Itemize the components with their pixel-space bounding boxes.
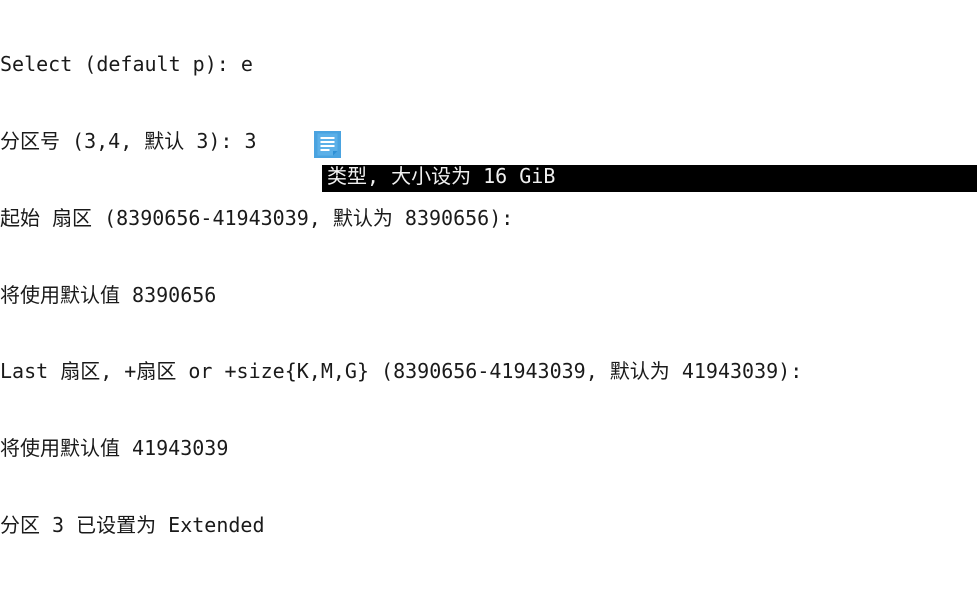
terminal-line-partition-set: 分区 3 已设置为 Extended	[0, 512, 277, 537]
terminal-line-first-sector: 起始 扇区 (8390656-41943039, 默认为 8390656):	[0, 205, 526, 230]
terminal-line-last-sector: Last 扇区, +扇区 or +size{K,M,G} (8390656-41…	[0, 359, 815, 384]
highlighted-text: 类型, 大小设为 16 GiB	[327, 164, 556, 188]
terminal-line-default-first: 将使用默认值 8390656	[0, 282, 217, 307]
terminal-line-default-last: 将使用默认值 41943039	[0, 436, 229, 461]
terminal-window[interactable]: Select (default p): e 分区号 (3,4, 默认 3): 3…	[0, 0, 977, 592]
terminal-line-partition-number: 分区号 (3,4, 默认 3): 3	[0, 128, 257, 153]
terminal-line-select-default: Select (default p): e	[0, 52, 253, 77]
document-icon[interactable]	[314, 131, 341, 158]
terminal-output: Select (default p): e 分区号 (3,4, 默认 3): 3…	[0, 1, 977, 592]
